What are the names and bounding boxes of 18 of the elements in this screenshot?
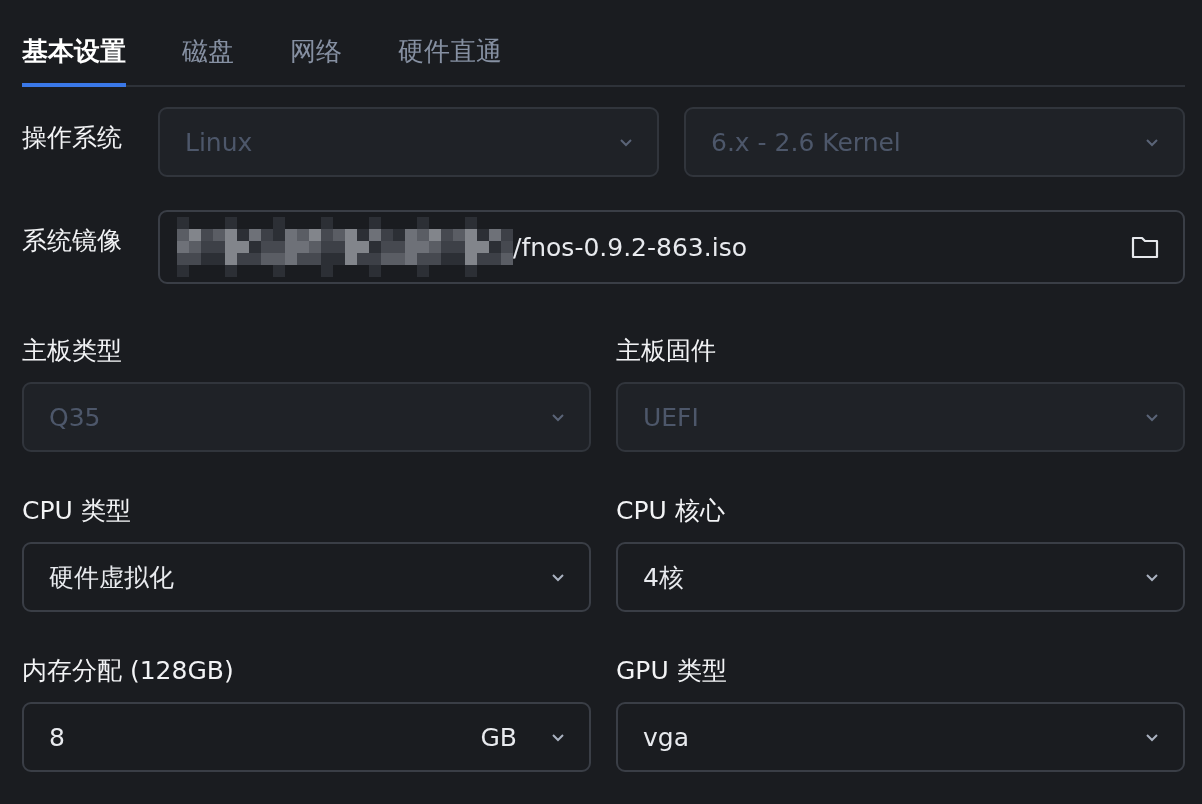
tab[interactable]: 磁盘 [182,30,234,87]
select-field[interactable]: 硬件虚拟化 [22,542,591,612]
file-path-field[interactable]: /fnos-0.9.2-863.iso [158,210,1185,284]
field-label: 主板固件 [616,335,717,367]
select-field[interactable]: vga [616,702,1185,772]
field-label: CPU 类型 [22,495,132,527]
field-label: GPU 类型 [616,655,728,687]
field-label: CPU 核心 [616,495,726,527]
tab[interactable]: 网络 [290,30,342,87]
tab[interactable]: 基本设置 [22,30,126,87]
unit-select[interactable]: GB [480,722,517,752]
field-label: 内存分配 (128GB) [22,655,235,687]
field-label: 主板类型 [22,335,123,367]
field-label: 操作系统 [22,122,123,154]
field-label: 系统镜像 [22,225,123,257]
input-field[interactable]: 8 GB [22,702,591,772]
select-field[interactable]: 4核 [616,542,1185,612]
tab[interactable]: 硬件直通 [398,30,502,87]
